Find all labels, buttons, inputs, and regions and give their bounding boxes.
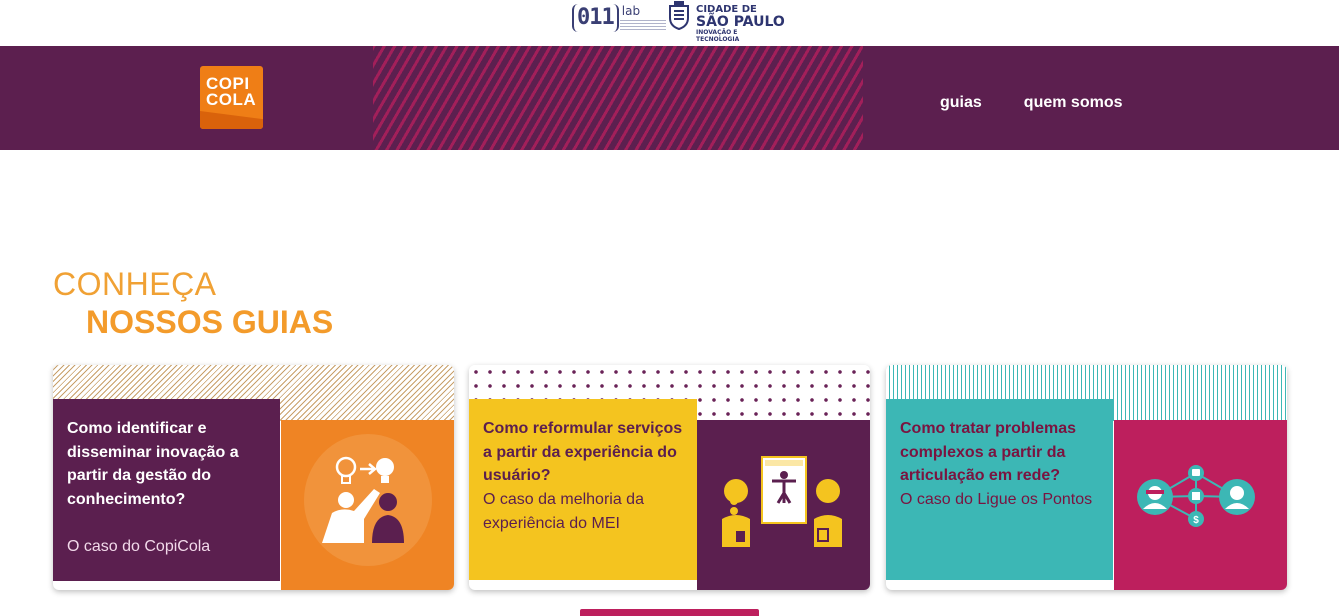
guide-card-mei[interactable]: Como reformular serviços a partir da exp… xyxy=(469,365,870,590)
card-question: Como identificar e disseminar inovação a… xyxy=(67,420,239,508)
lab-011-logo[interactable]: 011 lab xyxy=(572,4,666,32)
header-stripe-pattern xyxy=(373,46,863,150)
card-case: O caso do Ligue os Pontos xyxy=(900,490,1093,508)
section-heading: CONHEÇA NOSSOS GUIAS xyxy=(53,266,333,342)
card-question: Como reformular serviços a partir da exp… xyxy=(483,420,683,484)
card-case: O caso do CopiCola xyxy=(67,538,211,555)
copicola-logo[interactable]: COPI COLA xyxy=(200,66,263,129)
city-crest-icon xyxy=(669,1,689,30)
card-question: Como tratar problemas complexos a partir… xyxy=(900,420,1077,484)
lightbulb-people-icon xyxy=(304,434,432,566)
sao-paulo-city-logo[interactable]: CIDADE DE SÃO PAULO INOVAÇÃO E TECNOLOGI… xyxy=(667,0,785,43)
heading-line2: NOSSOS GUIAS xyxy=(86,304,334,340)
city-logo-line2: SÃO PAULO xyxy=(696,14,785,30)
city-logo-line3: INOVAÇÃO E xyxy=(696,29,738,36)
lab-logo-suffix: lab xyxy=(621,4,641,18)
partner-logos-bar: 011 lab CIDADE DE SÃO PAULO INOVAÇÃO E T… xyxy=(0,0,1339,46)
card-text-box: Como identificar e disseminar inovação a… xyxy=(53,399,280,581)
guide-card-ligue-os-pontos[interactable]: Como tratar problemas complexos a partir… xyxy=(886,365,1287,590)
bottom-action-button[interactable] xyxy=(580,609,759,616)
card-text-box: Como reformular serviços a partir da exp… xyxy=(469,399,697,580)
lab-logo-number: 011 xyxy=(572,4,619,32)
card-text-box: Como tratar problemas complexos a partir… xyxy=(886,399,1113,580)
nav-link-quem-somos[interactable]: quem somos xyxy=(1024,94,1123,112)
user-experience-icon xyxy=(722,456,842,547)
logo-line2: COLA xyxy=(206,90,257,109)
nav-link-guias[interactable]: guias xyxy=(940,94,982,112)
network-people-icon: $ xyxy=(1137,465,1255,527)
city-logo-line4: TECNOLOGIA xyxy=(696,36,740,43)
logo-fold-shape xyxy=(200,111,263,129)
guide-card-copicola[interactable]: Como identificar e disseminar inovação a… xyxy=(53,365,454,590)
main-nav: guias quem somos xyxy=(940,94,1122,112)
svg-text:$: $ xyxy=(1193,515,1199,526)
site-header: COPI COLA guias quem somos xyxy=(0,46,1339,150)
lab-logo-fine-print xyxy=(620,20,666,32)
card-case: O caso da melhoria da experiência do MEI xyxy=(483,490,644,532)
heading-line1: CONHEÇA xyxy=(53,266,217,302)
